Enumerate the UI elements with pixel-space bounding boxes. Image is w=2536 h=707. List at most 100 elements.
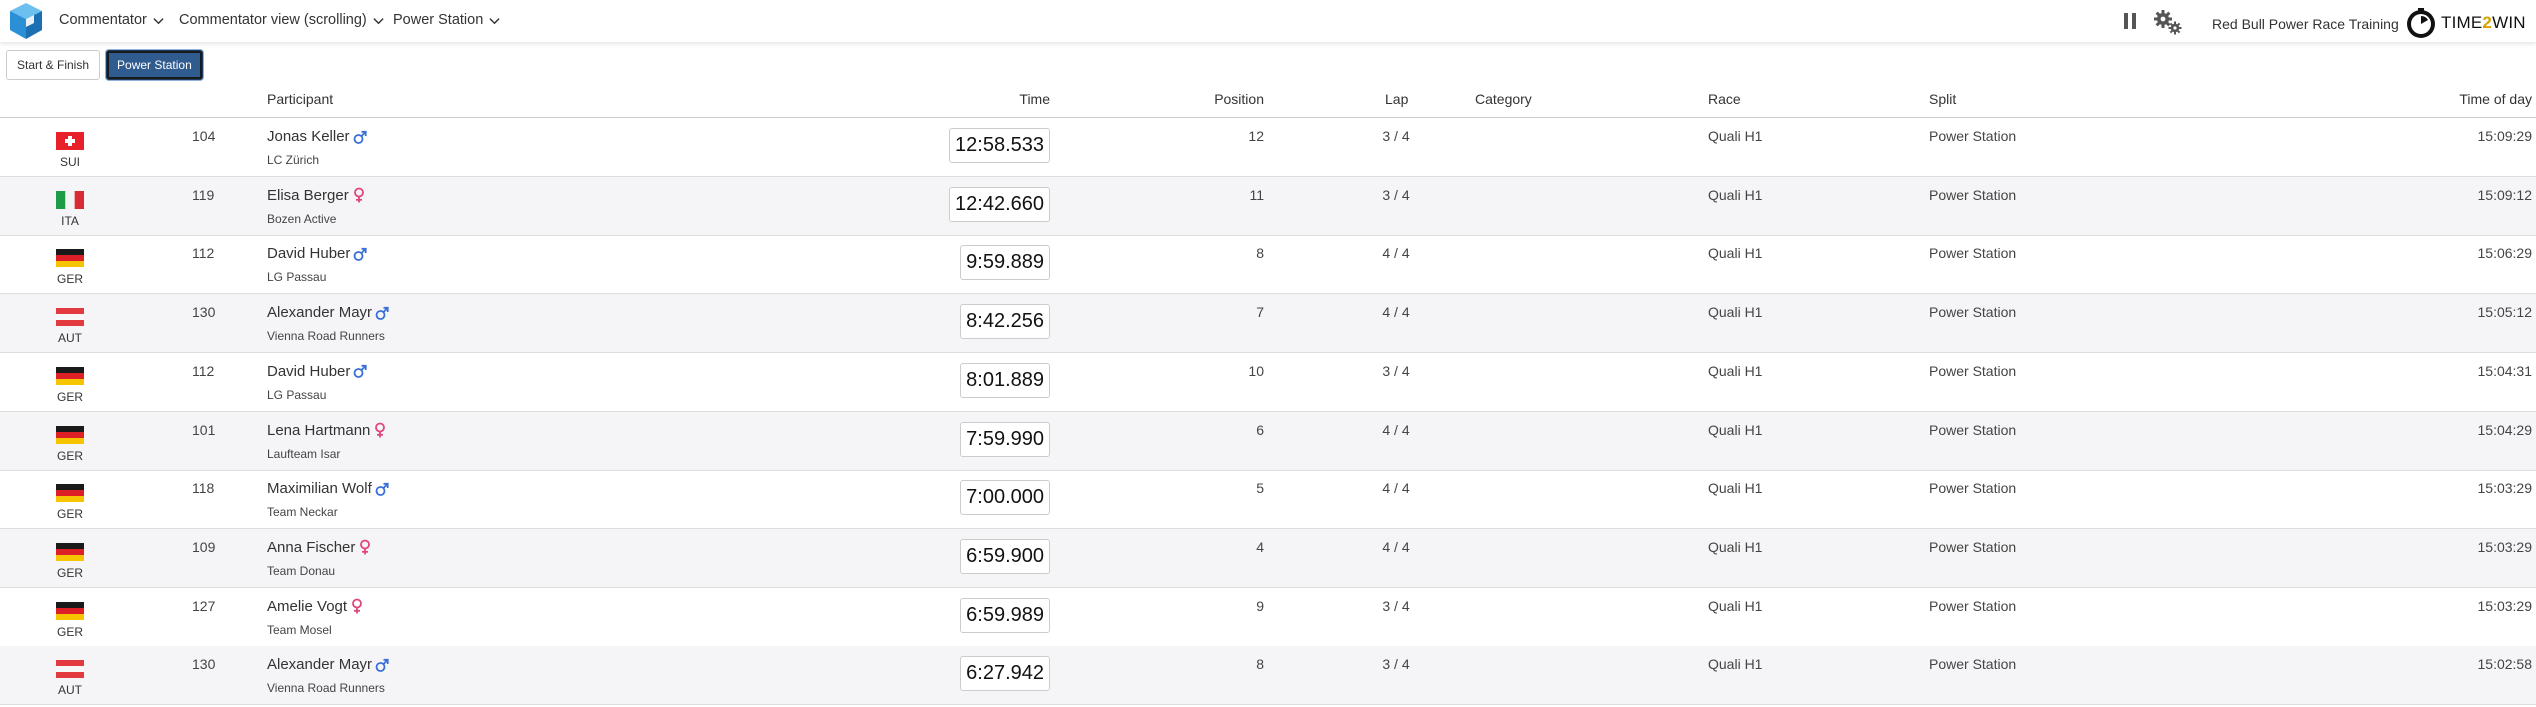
participant-name[interactable]: David Huber [267,363,367,380]
split-time: 7:59.990 [960,421,1050,457]
male-icon [375,658,389,672]
column-time-of-day[interactable]: Time of day [2459,86,2532,117]
table-row[interactable]: GER 101 Lena Hartmann Laufteam Isar 7:59.990… [0,411,2536,471]
menu-view-mode[interactable]: Commentator view (scrolling) [179,0,384,40]
table-row[interactable]: GER 118 Maximilian Wolf Team Neckar 7:00.000… [0,470,2536,530]
split-value: Power Station [1929,128,2017,144]
time2win-logo: TIME2WIN [2405,6,2526,40]
bib-number: 104 [192,128,216,144]
participant-name[interactable]: Alexander Mayr [267,304,389,321]
participant-name[interactable]: Jonas Keller [267,128,367,145]
stopwatch-icon [2407,8,2435,38]
nation-code: AUT [58,683,82,698]
participant-name[interactable]: Elisa Berger [267,187,366,204]
lap-value: 3 / 4 [1382,128,1410,144]
menu-station[interactable]: Power Station [393,0,500,40]
lap-value: 4 / 4 [1382,245,1410,262]
cube-logo-icon[interactable] [7,1,45,41]
male-icon [353,247,367,261]
male-icon [353,130,367,144]
tab-start-finish[interactable]: Start & Finish [6,50,101,80]
male-icon [375,306,389,320]
table-row[interactable]: GER 112 David Huber LG Passau 9:59.889 8 4 / 4… [0,235,2536,295]
lap-value: 3 / 4 [1382,186,1410,203]
participant-name[interactable]: Anna Fischer [267,539,372,556]
race-value: Quali H1 [1708,186,1763,203]
split-value: Power Station [1929,656,2017,673]
table-row[interactable]: GER 112 David Huber LG Passau 8:01.889 10 3 / … [0,353,2536,412]
table-row[interactable]: AUT 130 Alexander Mayr Vienna Road Runners 6… [0,646,2536,706]
participant-club: Vienna Road Runners [267,329,385,344]
participant-name-text: Anna Fischer [267,538,356,556]
lap-value: 4 / 4 [1382,538,1410,555]
participant-name[interactable]: David Huber [267,245,367,262]
participant-name-text: Amelie Vogt [267,597,348,615]
participant-name[interactable]: Maximilian Wolf [267,480,389,497]
participant-name[interactable]: Amelie Vogt [267,598,364,615]
menu-station-label: Power Station [393,12,484,28]
table-row[interactable]: GER 127 Amelie Vogt Team Mosel 6:59.989 9 3 / … [0,588,2536,647]
table-row[interactable]: AUT 130 Alexander Mayr Vienna Road Runners 8… [0,294,2536,354]
nation-code: GER [56,448,83,463]
race-value: Quali H1 [1708,128,1763,144]
column-lap[interactable]: Lap [1385,86,1408,117]
chevron-down-icon [373,17,384,24]
split-value: Power Station [1929,480,2017,497]
column-position[interactable]: Position [1214,86,1264,117]
column-race[interactable]: Race [1708,86,1741,117]
position-value: 11 [1249,186,1264,203]
participant-club: Vienna Road Runners [267,681,385,696]
position-value: 8 [1256,656,1264,673]
split-time: 9:59.889 [960,245,1050,281]
flag-ger-icon [56,425,84,444]
bib-number: 118 [192,480,215,497]
split-time: 8:01.889 [960,362,1050,398]
flag-ger-icon [56,601,84,620]
brand-name: TIME2WIN [2441,13,2526,32]
column-participant[interactable]: Participant [267,86,333,117]
bib-number: 130 [192,656,216,673]
race-value: Quali H1 [1708,304,1763,321]
female-icon [353,187,364,203]
time-of-day-value: 15:05:12 [2477,304,2533,321]
nation-code: GER [56,272,83,287]
female-icon [375,422,386,438]
position-value: 6 [1256,421,1264,438]
bib-number: 109 [192,538,216,555]
participant-name-text: Alexander Mayr [267,304,373,322]
flag-sui-icon [56,132,84,150]
table-row[interactable]: SUI 104 Jonas Keller LC Zürich 12:58.533 12 3 … [0,118,2536,177]
participant-club: Team Neckar [267,505,338,520]
participant-name[interactable]: Alexander Mayr [267,656,389,673]
time-of-day-value: 15:04:29 [2477,421,2533,438]
race-value: Quali H1 [1708,597,1763,614]
time-of-day-value: 15:03:29 [2477,480,2533,497]
position-value: 5 [1256,480,1264,497]
participant-club: Team Donau [267,563,336,578]
participant-name[interactable]: Lena Hartmann [267,422,387,439]
column-split[interactable]: Split [1929,86,1956,117]
position-value: 9 [1256,597,1264,614]
station-tabs: Start & Finish Power Station [6,50,203,80]
nation-code: GER [56,624,83,639]
participant-name-text: David Huber [267,362,351,380]
pause-icon[interactable] [2122,12,2138,30]
table-row[interactable]: GER 109 Anna Fischer Team Donau 6:59.900 4 4 /… [0,528,2536,588]
column-category[interactable]: Category [1475,86,1532,117]
split-value: Power Station [1929,245,2017,262]
flag-ger-icon [56,366,84,385]
participant-name-text: Lena Hartmann [267,421,371,439]
split-time: 7:00.000 [960,480,1050,516]
position-value: 4 [1256,538,1264,555]
time-of-day-value: 15:06:29 [2477,245,2533,262]
bib-number: 127 [192,597,216,614]
table-row[interactable]: ITA 119 Elisa Berger Bozen Active 12:42.660 1… [0,176,2536,236]
time-of-day-value: 15:03:29 [2477,597,2533,614]
bib-number: 101 [192,421,216,438]
column-time[interactable]: Time [1019,86,1050,117]
menu-commentator[interactable]: Commentator [59,0,164,40]
participant-name-text: David Huber [267,245,351,263]
gears-icon[interactable] [2153,9,2183,35]
flag-aut-icon [56,308,84,327]
tab-power-station[interactable]: Power Station [106,50,203,80]
